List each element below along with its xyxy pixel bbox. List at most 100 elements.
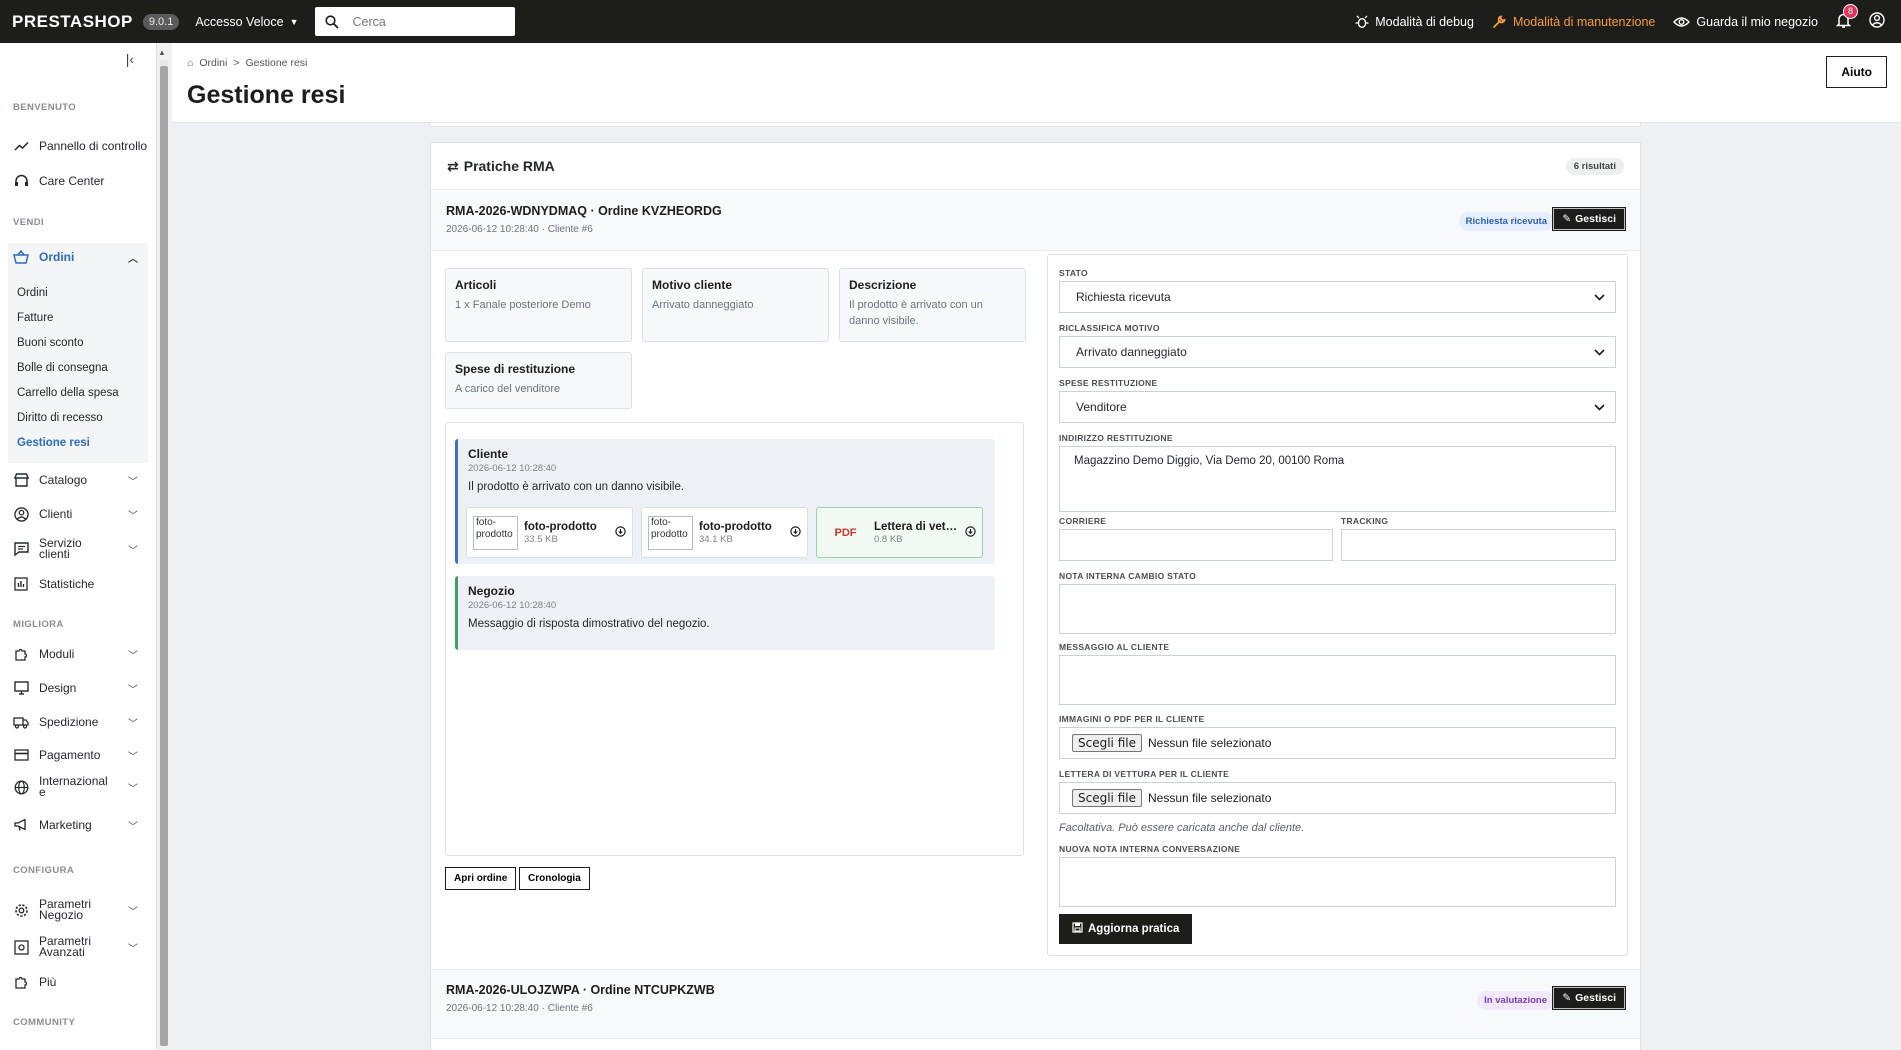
sidebar-item-shop-parameters[interactable]: Parametri Negozio ﹀ (13, 897, 148, 923)
account-button[interactable] (1869, 12, 1885, 31)
sidebar-label-orders: Ordini (39, 250, 75, 264)
card-header: ⇄ Pratiche RMA 6 risultati (431, 143, 1640, 190)
quick-access-dropdown[interactable]: Accesso Veloce ▼ (195, 15, 298, 29)
attachment-1[interactable]: foto-prodotto foto-prodotto 33.5 KB (466, 507, 633, 558)
help-button[interactable]: Aiuto (1826, 56, 1887, 88)
choose-file-button[interactable]: Scegli file (1072, 789, 1142, 807)
notifications-button[interactable]: 8 (1835, 4, 1858, 31)
sidebar-item-dashboard[interactable]: Pannello di controllo (13, 133, 148, 159)
sidebar-label-international: Internazionale (39, 774, 108, 799)
open-order-button[interactable]: Apri ordine (445, 867, 517, 890)
carrier-label: CORRIERE (1059, 516, 1107, 526)
description-box: Descrizione Il prodotto è arrivato con u… (839, 268, 1026, 342)
view-shop-link[interactable]: Guarda il mio negozio (1673, 15, 1818, 29)
search-icon (324, 14, 339, 29)
scroll-up-arrow-icon[interactable]: ▲ (158, 48, 166, 57)
debug-mode-link[interactable]: Modalità di debug (1355, 15, 1474, 29)
trending-up-icon (13, 138, 29, 154)
articles-label: Articoli (455, 278, 497, 292)
globe-icon (13, 779, 29, 795)
debug-mode-label: Modalità di debug (1375, 14, 1474, 29)
shop-message-author: Negozio (468, 584, 515, 598)
sidebar-item-marketing[interactable]: Marketing ﹀ (13, 816, 148, 834)
description-label: Descrizione (849, 278, 917, 292)
sidebar-item-more[interactable]: Più (13, 973, 148, 991)
images-file-input[interactable]: Scegli file Nessun file selezionato (1059, 727, 1616, 759)
tracking-input[interactable] (1341, 529, 1616, 561)
sidebar-item-care-center[interactable]: Care Center (13, 172, 148, 190)
sidebar-item-orders[interactable]: Ordini ︿ (13, 243, 148, 271)
sidebar-item-stats[interactable]: Statistiche (13, 575, 148, 593)
rma-row-1[interactable]: RMA-2026-WDNYDMAQ · Ordine KVZHEORDG 202… (431, 191, 1640, 251)
waybill-file-input[interactable]: Scegli file Nessun file selezionato (1059, 782, 1616, 814)
sidebar-sub-orders[interactable]: Ordini (17, 287, 48, 299)
top-bar: PRESTASHOP 9.0.1 Accesso Veloce ▼ Modali… (0, 0, 1901, 43)
costs-select[interactable]: Venditore (1059, 391, 1616, 423)
customer-reason-label: Motivo cliente (652, 278, 733, 292)
rma-update-form: STATO Richiesta ricevuta RICLASSIFICA MO… (1047, 254, 1628, 956)
attachment-1-name: foto-prodotto (524, 520, 597, 533)
chevron-down-icon: ﹀ (128, 545, 138, 557)
attachment-3-pdf[interactable]: PDF Lettera di vettura 0.8 KB (816, 507, 983, 558)
sidebar-item-design[interactable]: Design ﹀ (13, 679, 148, 697)
sidebar-label-modules: Moduli (39, 647, 75, 661)
breadcrumb-orders[interactable]: Ordini (199, 57, 227, 69)
search-input[interactable] (352, 14, 493, 29)
sidebar-label-care-center: Care Center (39, 174, 105, 188)
chevron-down-icon: ﹀ (128, 906, 138, 918)
history-button[interactable]: Cronologia (519, 867, 590, 890)
attachment-2[interactable]: foto-prodotto foto-prodotto 34.1 KB (641, 507, 808, 558)
truck-icon (13, 714, 29, 730)
customer-message-textarea[interactable] (1059, 655, 1616, 705)
sidebar-item-international[interactable]: Internazionale ﹀ (13, 774, 148, 800)
conversation-note-textarea[interactable] (1059, 857, 1616, 907)
collapse-sidebar-icon[interactable]: |‹ (126, 51, 134, 67)
sidebar-item-payment[interactable]: Pagamento ﹀ (13, 746, 148, 764)
rma-1-manage-button[interactable]: ✎ Gestisci (1552, 207, 1626, 231)
sidebar-label-payment: Pagamento (39, 748, 101, 762)
carrier-input[interactable] (1059, 529, 1333, 561)
sidebar-sub-invoices[interactable]: Fatture (17, 312, 53, 324)
bar-chart-icon (13, 576, 29, 592)
rma-2-manage-label: Gestisci (1575, 992, 1616, 1004)
sidebar-item-customers[interactable]: Clienti ﹀ (13, 505, 148, 523)
sidebar-sub-vouchers[interactable]: Buoni sconto (17, 337, 84, 349)
download-icon[interactable] (615, 525, 626, 540)
rma-2-manage-button[interactable]: ✎ Gestisci (1552, 986, 1626, 1010)
rma-1-status-badge: Richiesta ricevuta (1458, 212, 1554, 231)
download-icon[interactable] (965, 525, 976, 540)
section-improve: MIGLIORA (13, 619, 64, 630)
reason-select[interactable]: Arrivato danneggiato (1059, 336, 1616, 368)
prestashop-logo[interactable]: PRESTASHOP (12, 12, 133, 32)
conversation-panel[interactable]: Cliente 2026-06-12 10:28:40 Il prodotto … (445, 422, 1024, 856)
sidebar-item-catalog[interactable]: Catalogo ﹀ (13, 471, 148, 489)
chevron-up-icon: ︿ (128, 253, 138, 265)
sidebar-item-shipping[interactable]: Spedizione ﹀ (13, 713, 148, 731)
chevron-down-icon: ﹀ (128, 751, 138, 763)
rma-row-2[interactable]: RMA-2026-ULOJZWPA · Ordine NTCUPKZWB 202… (431, 969, 1640, 1039)
status-select[interactable]: Richiesta ricevuta (1059, 281, 1616, 313)
sidebar-sub-returns[interactable]: Gestione resi (17, 437, 90, 449)
sidebar-scrollbar-thumb[interactable] (160, 66, 168, 1046)
update-rma-button[interactable]: Aggiorna pratica (1059, 914, 1193, 944)
sidebar-item-advanced-parameters[interactable]: Parametri Avanzati ﹀ (13, 934, 148, 960)
sidebar-item-modules[interactable]: Moduli ﹀ (13, 645, 148, 663)
internal-note-textarea[interactable] (1059, 584, 1616, 634)
attachment-3-size: 0.8 KB (874, 533, 903, 545)
address-textarea[interactable]: Magazzino Demo Diggio, Via Demo 20, 0010… (1059, 446, 1616, 512)
download-icon[interactable] (790, 525, 801, 540)
sidebar-item-customer-service[interactable]: Servizio clienti ﹀ (13, 536, 148, 562)
sidebar-sub-withdrawal[interactable]: Diritto di recesso (17, 412, 103, 424)
choose-file-button[interactable]: Scegli file (1072, 734, 1142, 752)
articles-box: Articoli 1 x Fanale posteriore Demo (445, 268, 632, 342)
return-costs-value: A carico del venditore (455, 383, 561, 395)
search-box[interactable] (314, 7, 515, 36)
section-welcome: BENVENUTO (13, 102, 77, 113)
attachment-2-name: foto-prodotto (699, 520, 772, 533)
sidebar-sub-carts[interactable]: Carrello della spesa (17, 387, 119, 399)
waybill-label: LETTERA DI VETTURA PER IL CLIENTE (1059, 769, 1230, 779)
maintenance-mode-link[interactable]: Modalità di manutenzione (1492, 14, 1655, 29)
chevron-down-icon: ﹀ (128, 684, 138, 696)
sidebar-sub-delivery-slips[interactable]: Bolle di consegna (17, 362, 108, 374)
results-count-badge: 6 risultati (1565, 157, 1624, 175)
